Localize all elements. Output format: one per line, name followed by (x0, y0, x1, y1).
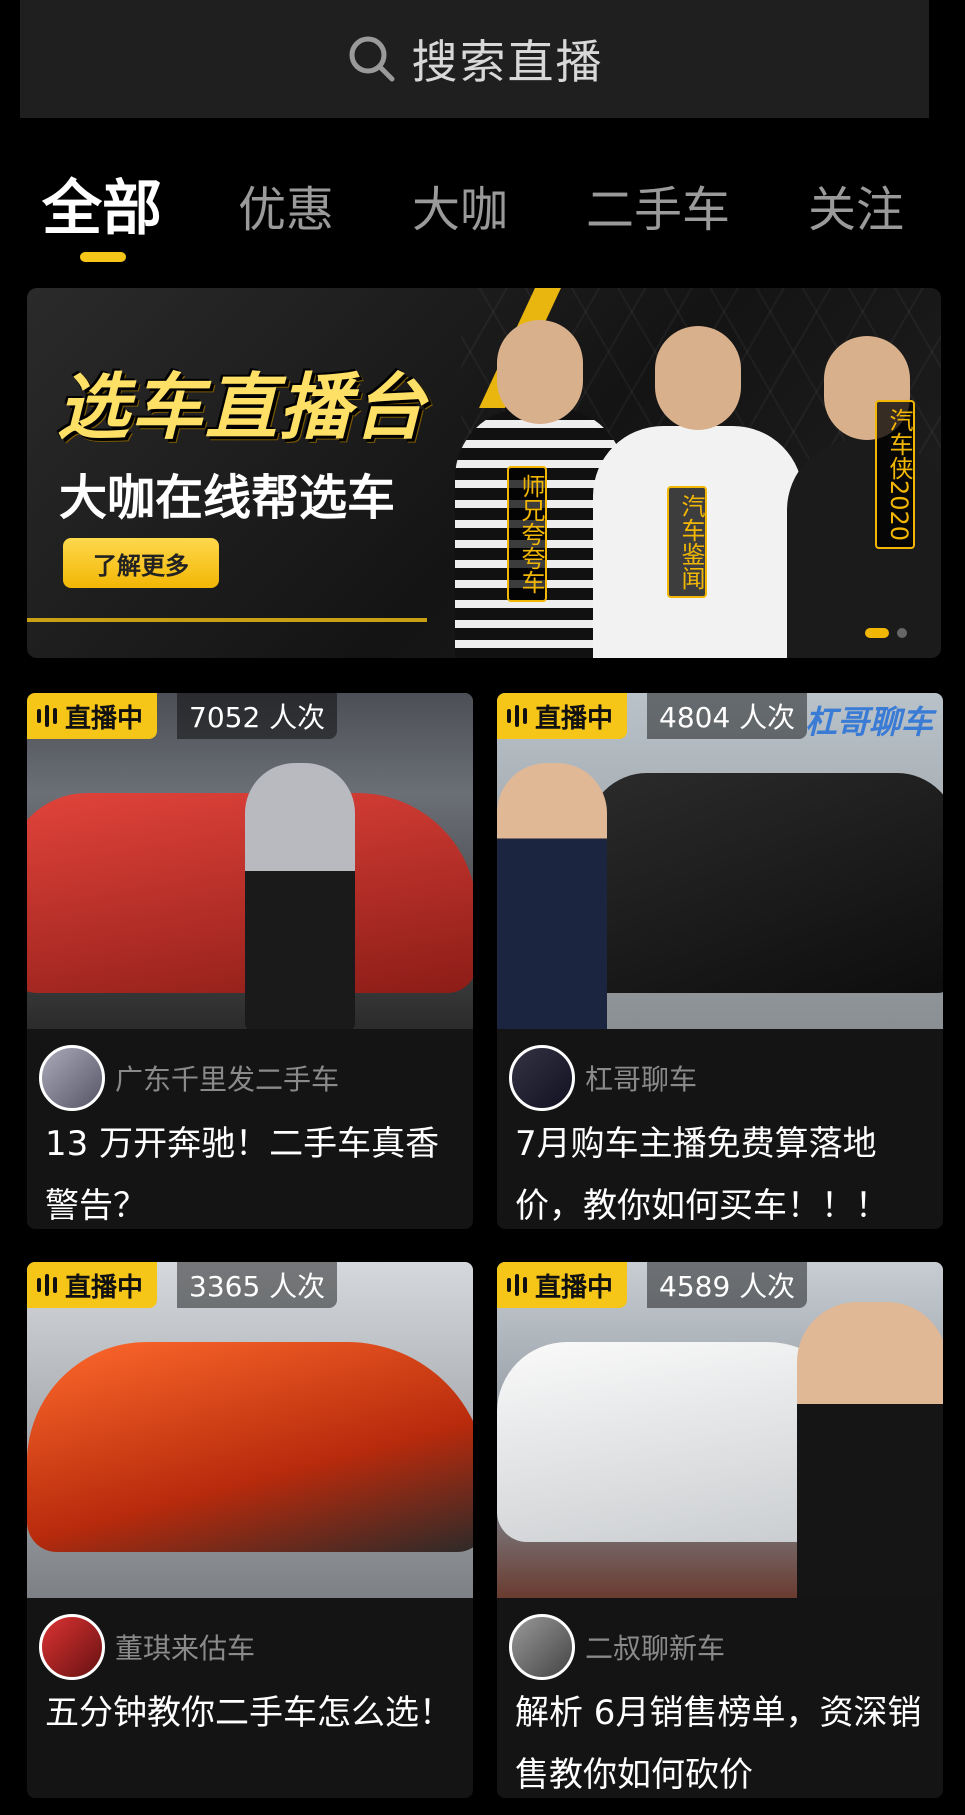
author-name: 二叔聊新车 (585, 1632, 726, 1665)
author[interactable]: 董琪来估车 (39, 1614, 255, 1680)
live-badge: 直播中 (497, 1262, 628, 1308)
live-title: 五分钟教你二手车怎么选！ (45, 1693, 453, 1733)
avatar[interactable] (39, 1045, 105, 1111)
host-name-tag: 汽车鉴闻 (667, 486, 707, 598)
viewer-count: 4589 人次 (647, 1262, 808, 1308)
avatar[interactable] (509, 1045, 575, 1111)
avatar[interactable] (509, 1614, 575, 1680)
live-badge-label: 直播中 (535, 1272, 614, 1303)
author[interactable]: 广东千里发二手车 (39, 1045, 339, 1111)
live-bars-icon (507, 1274, 527, 1296)
live-card[interactable]: 3365 人次 直播中 董琪来估车 五分钟教你二手车怎么选！ (27, 1262, 473, 1798)
live-badge-label: 直播中 (535, 703, 614, 734)
author[interactable]: 杠哥聊车 (509, 1045, 697, 1111)
learn-more-button[interactable]: 了解更多 (63, 538, 219, 588)
live-card[interactable]: 4589 人次 直播中 二叔聊新车 解析 6月销售榜单，资深销售教你如何砍价 (497, 1262, 943, 1798)
viewer-count: 3365 人次 (177, 1262, 338, 1308)
tab-experts[interactable]: 大咖 (412, 170, 508, 240)
carousel-dot-active (865, 628, 889, 638)
live-badge-label: 直播中 (65, 1272, 144, 1303)
host-name-tag: 师兄夸夸车 (507, 466, 547, 602)
search-placeholder: 搜索直播 (411, 35, 604, 89)
category-tabs: 全部 优惠 大咖 二手车 关注 (0, 160, 965, 270)
live-badge: 直播中 (27, 1262, 158, 1308)
avatar[interactable] (39, 1614, 105, 1680)
host-name-tag: 汽车侠2020 (875, 400, 915, 550)
viewer-count: 7052 人次 (177, 693, 338, 739)
tab-all[interactable]: 全部 (42, 160, 162, 247)
live-title: 13 万开奔驰！二手车真香警告？ (45, 1124, 440, 1226)
viewer-count: 4804 人次 (647, 693, 808, 739)
live-badge-label: 直播中 (65, 703, 144, 734)
banner-title: 选车直播台 (57, 365, 428, 449)
live-bars-icon (507, 705, 527, 727)
search-icon (346, 33, 398, 85)
author[interactable]: 二叔聊新车 (509, 1614, 725, 1680)
tab-following[interactable]: 关注 (808, 170, 904, 240)
live-bars-icon (37, 1274, 57, 1296)
live-badge: 直播中 (497, 693, 628, 739)
tab-used-cars[interactable]: 二手车 (586, 170, 730, 240)
live-bars-icon (37, 705, 57, 727)
banner-line (27, 618, 427, 622)
live-thumbnail (27, 693, 473, 1029)
live-title: 7月购车主播免费算落地价，教你如何买车！！！ (515, 1124, 889, 1226)
host-photo (787, 336, 941, 658)
active-tab-indicator (80, 252, 126, 262)
live-card[interactable]: 7052 人次 直播中 广东千里发二手车 13 万开奔驰！二手车真香警告？ (27, 693, 473, 1229)
live-thumbnail (497, 1262, 943, 1598)
carousel-dot (897, 628, 907, 638)
search-bar[interactable]: 搜索直播 (20, 0, 929, 118)
author-name: 杠哥聊车 (585, 1063, 698, 1096)
banner-subtitle: 大咖在线帮选车 (59, 470, 396, 526)
carousel-indicator (865, 628, 907, 638)
live-badge: 直播中 (27, 693, 158, 739)
live-title: 解析 6月销售榜单，资深销售教你如何砍价 (515, 1693, 922, 1795)
author-name: 董琪来估车 (115, 1632, 256, 1665)
live-thumbnail (27, 1262, 473, 1598)
author-name: 广东千里发二手车 (115, 1063, 340, 1096)
live-card[interactable]: 杠哥聊车 4804 人次 直播中 杠哥聊车 7月购车主播免费算落地价，教你如何买… (497, 693, 943, 1229)
tab-deals[interactable]: 优惠 (238, 170, 334, 240)
thumbnail-logo-text: 杠哥聊车 (804, 703, 933, 741)
live-thumbnail: 杠哥聊车 (497, 693, 943, 1029)
promo-banner[interactable]: 选车直播台 大咖在线帮选车 了解更多 师兄夸夸车 汽车鉴闻 汽车侠2020 (27, 288, 941, 658)
